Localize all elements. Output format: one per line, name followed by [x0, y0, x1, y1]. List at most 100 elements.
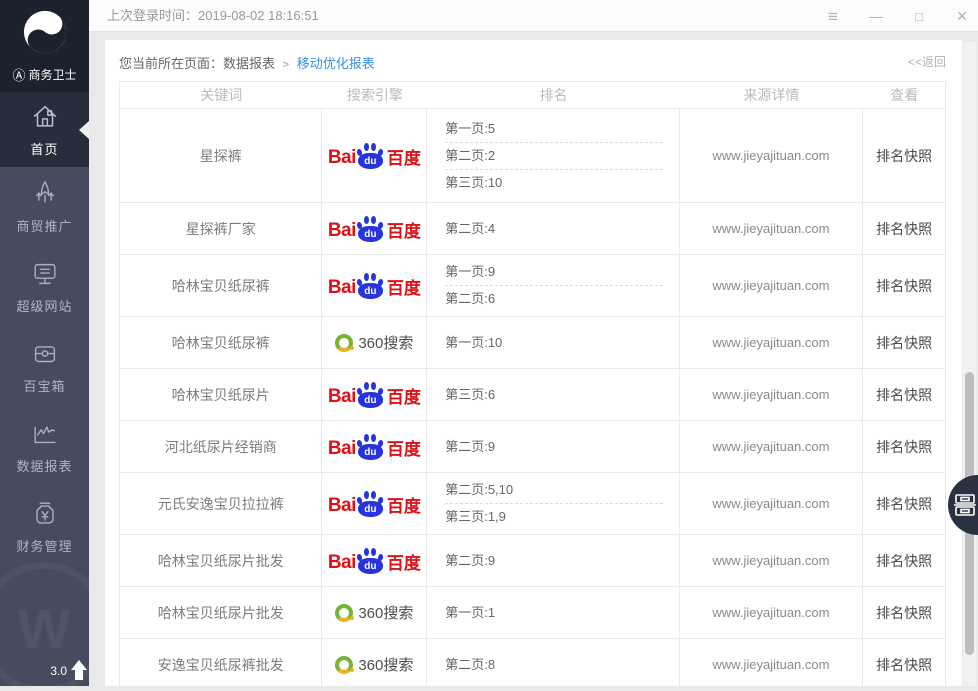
snapshot-link[interactable]: 排名快照: [876, 603, 932, 623]
snapshot-link[interactable]: 排名快照: [876, 494, 932, 514]
source-url: www.jieyajituan.com: [712, 439, 829, 454]
brand-label: 商务卫士: [29, 66, 77, 83]
source-url: www.jieyajituan.com: [712, 387, 829, 402]
menu-icon[interactable]: ≡: [825, 8, 841, 25]
back-link[interactable]: <<返回: [908, 53, 946, 70]
breadcrumb-prefix: 您当前所在页面：数据报表: [119, 56, 275, 71]
column-header: 关键词: [120, 85, 323, 105]
engine-cell: 360搜索: [322, 317, 427, 368]
engine-cell: Baidu百度: [322, 535, 427, 586]
home-icon: [30, 102, 60, 132]
maximize-icon[interactable]: □: [911, 10, 927, 23]
source-cell: www.jieyajituan.com: [680, 473, 864, 534]
sidebar-item-promotion[interactable]: 商贸推广: [0, 167, 89, 247]
sidebar-item-toolbox[interactable]: 百宝箱: [0, 327, 89, 407]
table-row: 哈林宝贝纸尿片Baidu百度第三页:6 www.jieyajituan.com 排名…: [120, 369, 945, 421]
view-cell: 排名快照: [863, 317, 945, 368]
snapshot-link[interactable]: 排名快照: [876, 551, 932, 571]
snapshot-link[interactable]: 排名快照: [876, 655, 932, 675]
sidebar-item-home[interactable]: 首页: [0, 92, 89, 167]
sidebar-item-report[interactable]: 数据报表: [0, 407, 89, 487]
source-url: www.jieyajituan.com: [712, 278, 829, 293]
table-row: 哈林宝贝纸尿裤Baidu百度第一页:9第二页:6www.jieyajituan.…: [120, 255, 945, 317]
baidu-logo-icon: Baidu百度: [328, 272, 421, 299]
sidebar-item-label: 数据报表: [16, 456, 72, 475]
rank-cell: 第一页:1: [427, 587, 679, 638]
snapshot-link[interactable]: 排名快照: [876, 333, 932, 353]
source-cell: www.jieyajituan.com: [680, 535, 864, 586]
so360-ring-icon: [335, 334, 353, 352]
source-cell: www.jieyajituan.com: [680, 639, 864, 690]
keyword-cell: 安逸宝贝纸尿裤批发: [120, 639, 322, 690]
view-cell: 排名快照: [863, 639, 945, 690]
scrollbar-track[interactable]: [963, 42, 976, 686]
minimize-icon[interactable]: —: [868, 9, 884, 23]
snapshot-link[interactable]: 排名快照: [876, 219, 932, 239]
rank-line: 第一页:9: [445, 259, 662, 286]
sidebar-item-finance[interactable]: 财务管理: [0, 487, 89, 567]
view-cell: 排名快照: [863, 535, 945, 586]
source-cell: www.jieyajituan.com: [680, 203, 864, 254]
rank-cell: 第二页:8: [427, 639, 679, 690]
rank-cell: 第三页:6: [427, 369, 679, 420]
report-icon: [30, 419, 60, 449]
engine-cell: Baidu百度: [322, 109, 427, 202]
engine-cell: Baidu百度: [322, 473, 427, 534]
baidu-logo-text: Bai: [328, 386, 356, 408]
snapshot-link[interactable]: 排名快照: [876, 276, 932, 296]
window-controls: ≡ — □ ✕: [825, 0, 970, 32]
sidebar-item-label: 财务管理: [16, 536, 72, 555]
close-icon[interactable]: ✕: [954, 9, 970, 23]
rank-cell: 第二页:5,10第三页:1,9: [427, 473, 679, 534]
baidu-cn-text: 百度: [387, 554, 421, 574]
baidu-logo-icon: Baidu百度: [328, 381, 421, 408]
table-row: 河北纸尿片经销商Baidu百度第二页:9www.jieyajituan.com排…: [120, 421, 945, 473]
view-cell: 排名快照: [863, 587, 945, 638]
baidu-paw-icon: du: [357, 215, 384, 242]
rank-line: 第三页:1,9: [445, 504, 662, 530]
topbar: 上次登录时间：2019-08-02 18:16:51 ≡ — □ ✕: [89, 0, 978, 32]
table-row: 安逸宝贝纸尿裤批发360搜索第二页:8www.jieyajituan.com排名…: [120, 639, 945, 691]
source-cell: www.jieyajituan.com: [680, 369, 864, 420]
so360-logo-icon: 360搜索: [335, 332, 413, 353]
view-cell: 排名快照: [863, 255, 945, 316]
baidu-cn-text: 百度: [387, 222, 421, 242]
column-header: 排名: [427, 85, 679, 105]
finance-icon: [30, 499, 60, 529]
table-header-row: 关键词搜索引擎排名来源详情查看: [120, 82, 945, 109]
keyword-cell: 星探裤厂家: [120, 203, 322, 254]
breadcrumb-current-link[interactable]: 移动优化报表: [297, 56, 375, 71]
source-url: www.jieyajituan.com: [712, 148, 829, 163]
sidebar-item-website[interactable]: 超级网站: [0, 247, 89, 327]
keyword-cell: 哈林宝贝纸尿片: [120, 369, 322, 420]
so360-ring-icon: [335, 656, 353, 674]
snapshot-link[interactable]: 排名快照: [876, 437, 932, 457]
snapshot-link[interactable]: 排名快照: [876, 146, 932, 166]
rank-line: 第二页:9: [445, 434, 662, 460]
rank-cell: 第一页:9第二页:6: [427, 255, 679, 316]
table-row: 哈林宝贝纸尿片批发Baidu百度第二页:9www.jieyajituan.com…: [120, 535, 945, 587]
baidu-logo-icon: Baidu百度: [328, 490, 421, 517]
baidu-logo-icon: Baidu百度: [328, 547, 421, 574]
source-url: www.jieyajituan.com: [712, 553, 829, 568]
view-cell: 排名快照: [863, 369, 945, 420]
baidu-cn-text: 百度: [387, 279, 421, 299]
source-url: www.jieyajituan.com: [712, 605, 829, 620]
baidu-paw-icon: du: [357, 490, 384, 517]
column-header: 来源详情: [680, 85, 864, 105]
engine-cell: Baidu百度: [322, 203, 427, 254]
table-body: 星探裤Baidu百度第一页:5第二页:2第三页:10www.jieyajitua…: [120, 109, 945, 691]
qr-code-icon: [953, 493, 977, 517]
sidebar-nav: 首页商贸推广超级网站百宝箱数据报表财务管理: [0, 92, 89, 567]
upgrade-arrow-icon[interactable]: [71, 660, 87, 682]
baidu-logo-text: Bai: [328, 552, 356, 574]
app-logo-icon: W: [22, 9, 68, 60]
baidu-logo-icon: Baidu百度: [328, 433, 421, 460]
source-url: www.jieyajituan.com: [712, 657, 829, 672]
source-url: www.jieyajituan.com: [712, 221, 829, 236]
keyword-cell: 哈林宝贝纸尿片批发: [120, 535, 322, 586]
brand-badge-icon: Ⓐ: [12, 65, 25, 84]
rank-table: 关键词搜索引擎排名来源详情查看 星探裤Baidu百度第一页:5第二页:2第三页:…: [119, 81, 946, 691]
content-card: 您当前所在页面：数据报表 > 移动优化报表 <<返回 关键词搜索引擎排名来源详情…: [105, 40, 962, 686]
snapshot-link[interactable]: 排名快照: [876, 385, 932, 405]
